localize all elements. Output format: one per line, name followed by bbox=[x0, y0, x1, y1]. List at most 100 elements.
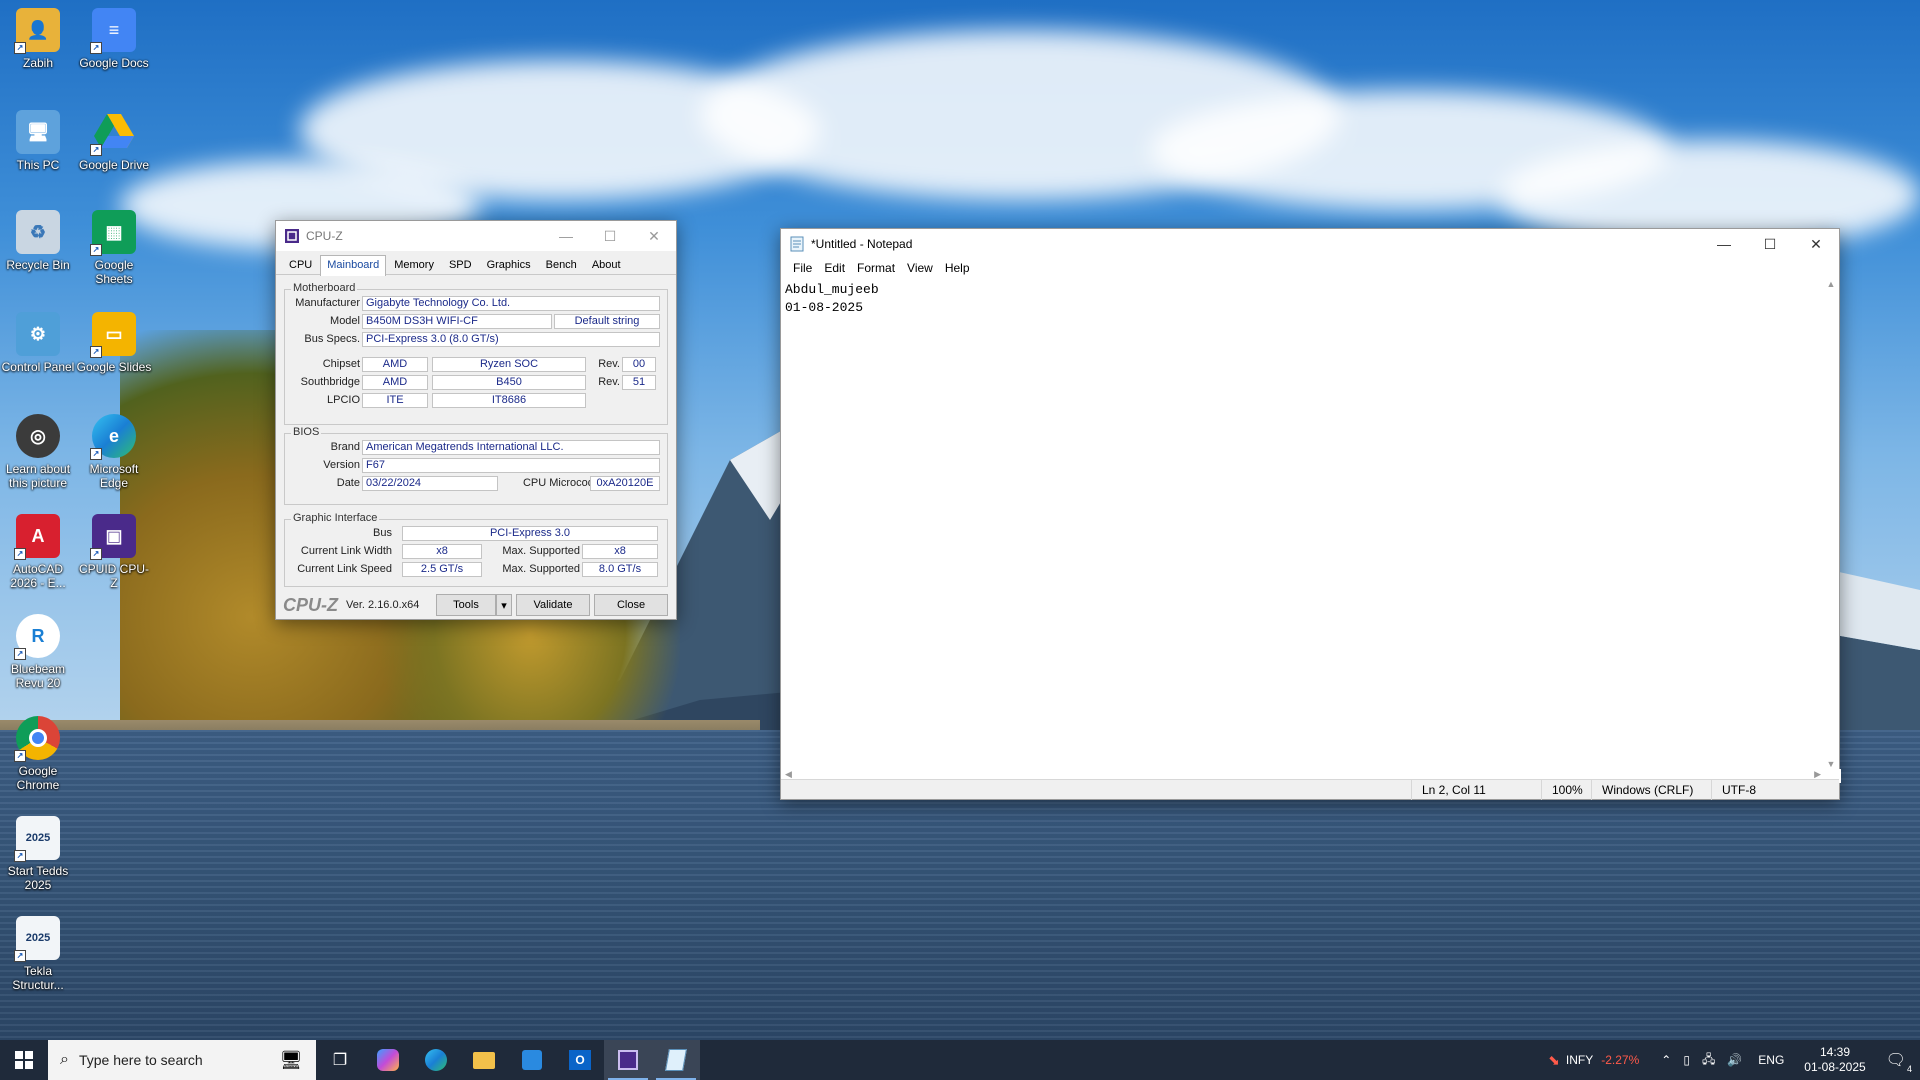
tools-dropdown-button[interactable]: ▾ bbox=[496, 594, 512, 616]
close-app-button[interactable]: Close bbox=[594, 594, 668, 616]
minimize-button[interactable]: — bbox=[544, 221, 588, 251]
notepad-menubar: File Edit Format View Help bbox=[781, 259, 1839, 279]
maximize-button[interactable]: ☐ bbox=[588, 221, 632, 251]
desktop-icon-google-drive[interactable]: ↗ Google Drive bbox=[76, 110, 152, 172]
cpuz-window: CPU-Z — ☐ ✕ CPU Mainboard Memory SPD Gra… bbox=[275, 220, 677, 620]
link-speed-value: 2.5 GT/s bbox=[402, 562, 482, 577]
desktop-icon-label: Microsoft Edge bbox=[89, 462, 139, 490]
menu-edit[interactable]: Edit bbox=[818, 259, 851, 279]
close-button[interactable]: ✕ bbox=[632, 221, 676, 251]
chevron-down-icon: ▾ bbox=[501, 599, 507, 612]
model-extra-value: Default string bbox=[554, 314, 660, 329]
this-pc-icon: 🖥 bbox=[16, 110, 60, 154]
search-placeholder: Type here to search bbox=[78, 1052, 203, 1068]
tab-bench[interactable]: Bench bbox=[539, 255, 584, 275]
start-button[interactable] bbox=[0, 1040, 48, 1080]
tab-mainboard[interactable]: Mainboard bbox=[320, 255, 387, 276]
notepad-titlebar[interactable]: *Untitled - Notepad — ☐ ✕ bbox=[781, 229, 1839, 259]
cpuz-titlebar[interactable]: CPU-Z — ☐ ✕ bbox=[276, 221, 676, 251]
taskbar: ⌕ Type here to search 🖥 ❐ O ⬊ INFY -2.27… bbox=[0, 1040, 1920, 1080]
validate-button[interactable]: Validate bbox=[516, 594, 590, 616]
scroll-down-icon[interactable]: ▼ bbox=[1823, 759, 1839, 769]
stock-widget[interactable]: ⬊ INFY -2.27% bbox=[1548, 1052, 1639, 1069]
max-speed-label: Max. Supported bbox=[502, 563, 580, 575]
desktop-icon-google-slides[interactable]: ▭ ↗ Google Slides bbox=[76, 312, 152, 374]
google-docs-icon: ≡ ↗ bbox=[90, 8, 136, 54]
close-button[interactable]: ✕ bbox=[1793, 229, 1839, 259]
taskbar-edge[interactable] bbox=[412, 1040, 460, 1080]
menu-help[interactable]: Help bbox=[939, 259, 976, 279]
link-width-label: Current Link Width bbox=[300, 545, 392, 557]
desktop-icon-recycle-bin[interactable]: ♻ Recycle Bin bbox=[0, 210, 76, 272]
notepad-window: *Untitled - Notepad — ☐ ✕ File Edit Form… bbox=[780, 228, 1841, 800]
menu-format[interactable]: Format bbox=[851, 259, 901, 279]
clock-date: 01-08-2025 bbox=[1804, 1060, 1866, 1074]
taskbar-cpuz[interactable] bbox=[604, 1040, 652, 1080]
lpcio-label: LPCIO bbox=[326, 394, 360, 406]
language-indicator[interactable]: ENG bbox=[1758, 1053, 1784, 1067]
network-icon[interactable]: 🖧 bbox=[1702, 1050, 1715, 1071]
text-line: 01-08-2025 bbox=[785, 300, 864, 315]
cpuz-mainboard-panel: Motherboard Manufacturer Gigabyte Techno… bbox=[276, 275, 676, 590]
desktop-icon-label: Control Panel bbox=[1, 360, 75, 374]
desktop-icon-learn-picture[interactable]: ◎ Learn about this picture bbox=[0, 414, 76, 490]
cpu-microcode-value: 0xA20120E bbox=[590, 476, 660, 491]
chipset-vendor-value: AMD bbox=[362, 357, 428, 372]
desktop-icon-cpuid-cpuz[interactable]: ▣ ↗ CPUID CPU-Z bbox=[76, 514, 152, 590]
maximize-button[interactable]: ☐ bbox=[1747, 229, 1793, 259]
menu-view[interactable]: View bbox=[901, 259, 939, 279]
taskbar-copilot[interactable] bbox=[364, 1040, 412, 1080]
chipset-name-value: Ryzen SOC bbox=[432, 357, 586, 372]
tab-about[interactable]: About bbox=[585, 255, 628, 275]
taskbar-notepad[interactable] bbox=[652, 1040, 700, 1080]
tab-cpu[interactable]: CPU bbox=[282, 255, 319, 275]
menu-file[interactable]: File bbox=[787, 259, 818, 279]
windows-logo-icon bbox=[15, 1051, 33, 1069]
search-highlight-icon: 🖥 bbox=[279, 1049, 303, 1070]
scroll-up-icon[interactable]: ▲ bbox=[1823, 279, 1839, 289]
desktop-icon-autocad[interactable]: A ↗ AutoCAD 2026 - E... bbox=[0, 514, 76, 590]
bus-specs-value: PCI-Express 3.0 (8.0 GT/s) bbox=[362, 332, 660, 347]
group-title: Motherboard bbox=[291, 282, 358, 294]
show-hidden-icons-button[interactable]: ⌃ bbox=[1661, 1053, 1671, 1067]
chevron-up-icon: ⌃ bbox=[1661, 1053, 1672, 1067]
minimize-button[interactable]: — bbox=[1701, 229, 1747, 259]
graphic-bus-label: Bus bbox=[373, 527, 392, 539]
desktop-icon-google-chrome[interactable]: ↗ Google Chrome bbox=[0, 716, 76, 792]
chipset-rev-label: Rev. bbox=[598, 358, 620, 370]
chrome-icon: ↗ bbox=[14, 716, 60, 762]
desktop-icon-tekla[interactable]: 2025 ↗ Tekla Structur... bbox=[0, 916, 76, 992]
clock[interactable]: 14:39 01-08-2025 bbox=[1804, 1045, 1865, 1075]
taskbar-outlook[interactable]: O bbox=[556, 1040, 604, 1080]
zoom-level: 100% bbox=[1541, 780, 1591, 800]
tab-graphics[interactable]: Graphics bbox=[480, 255, 538, 275]
notepad-text-area[interactable]: Abdul_mujeeb 01-08-2025 bbox=[781, 279, 1825, 769]
desktop-icon-this-pc[interactable]: 🖥 This PC bbox=[0, 110, 76, 172]
search-highlight-image[interactable]: 🖥 bbox=[266, 1040, 316, 1080]
taskbar-store[interactable] bbox=[508, 1040, 556, 1080]
task-view-button[interactable]: ❐ bbox=[316, 1040, 364, 1080]
desktop-icon-start-tedds[interactable]: 2025 ↗ Start Tedds 2025 bbox=[0, 816, 76, 892]
tab-spd[interactable]: SPD bbox=[442, 255, 479, 275]
tab-memory[interactable]: Memory bbox=[387, 255, 441, 275]
stock-name: INFY bbox=[1565, 1053, 1594, 1067]
tools-button[interactable]: Tools bbox=[436, 594, 496, 616]
link-width-value: x8 bbox=[402, 544, 482, 559]
desktop-icon-google-docs[interactable]: ≡ ↗ Google Docs bbox=[76, 8, 152, 70]
vertical-scrollbar[interactable]: ▲ ▼ bbox=[1823, 279, 1839, 769]
taskbar-search-box[interactable]: ⌕ Type here to search bbox=[48, 1040, 266, 1080]
store-icon bbox=[522, 1050, 542, 1070]
manufacturer-label: Manufacturer bbox=[295, 297, 360, 309]
taskbar-file-explorer[interactable] bbox=[460, 1040, 508, 1080]
desktop-icon-control-panel[interactable]: ⚙ Control Panel bbox=[0, 312, 76, 374]
tray-device-icon[interactable]: ▯ bbox=[1683, 1053, 1690, 1067]
desktop-icon-bluebeam[interactable]: R ↗ Bluebeam Revu 20 bbox=[0, 614, 76, 690]
desktop-icon-microsoft-edge[interactable]: e ↗ Microsoft Edge bbox=[76, 414, 152, 490]
maximize-icon: ☐ bbox=[1763, 235, 1777, 252]
notification-center-button[interactable]: 🗨 4 bbox=[1886, 1050, 1912, 1074]
desktop-icon-google-sheets[interactable]: ▦ ↗ Google Sheets bbox=[76, 210, 152, 286]
volume-icon[interactable]: 🔊 bbox=[1727, 1053, 1742, 1067]
southbridge-name-value: B450 bbox=[432, 375, 586, 390]
desktop-icon-zabih[interactable]: 👤 ↗ Zabih bbox=[0, 8, 76, 70]
cursor-position: Ln 2, Col 11 bbox=[1411, 780, 1541, 800]
